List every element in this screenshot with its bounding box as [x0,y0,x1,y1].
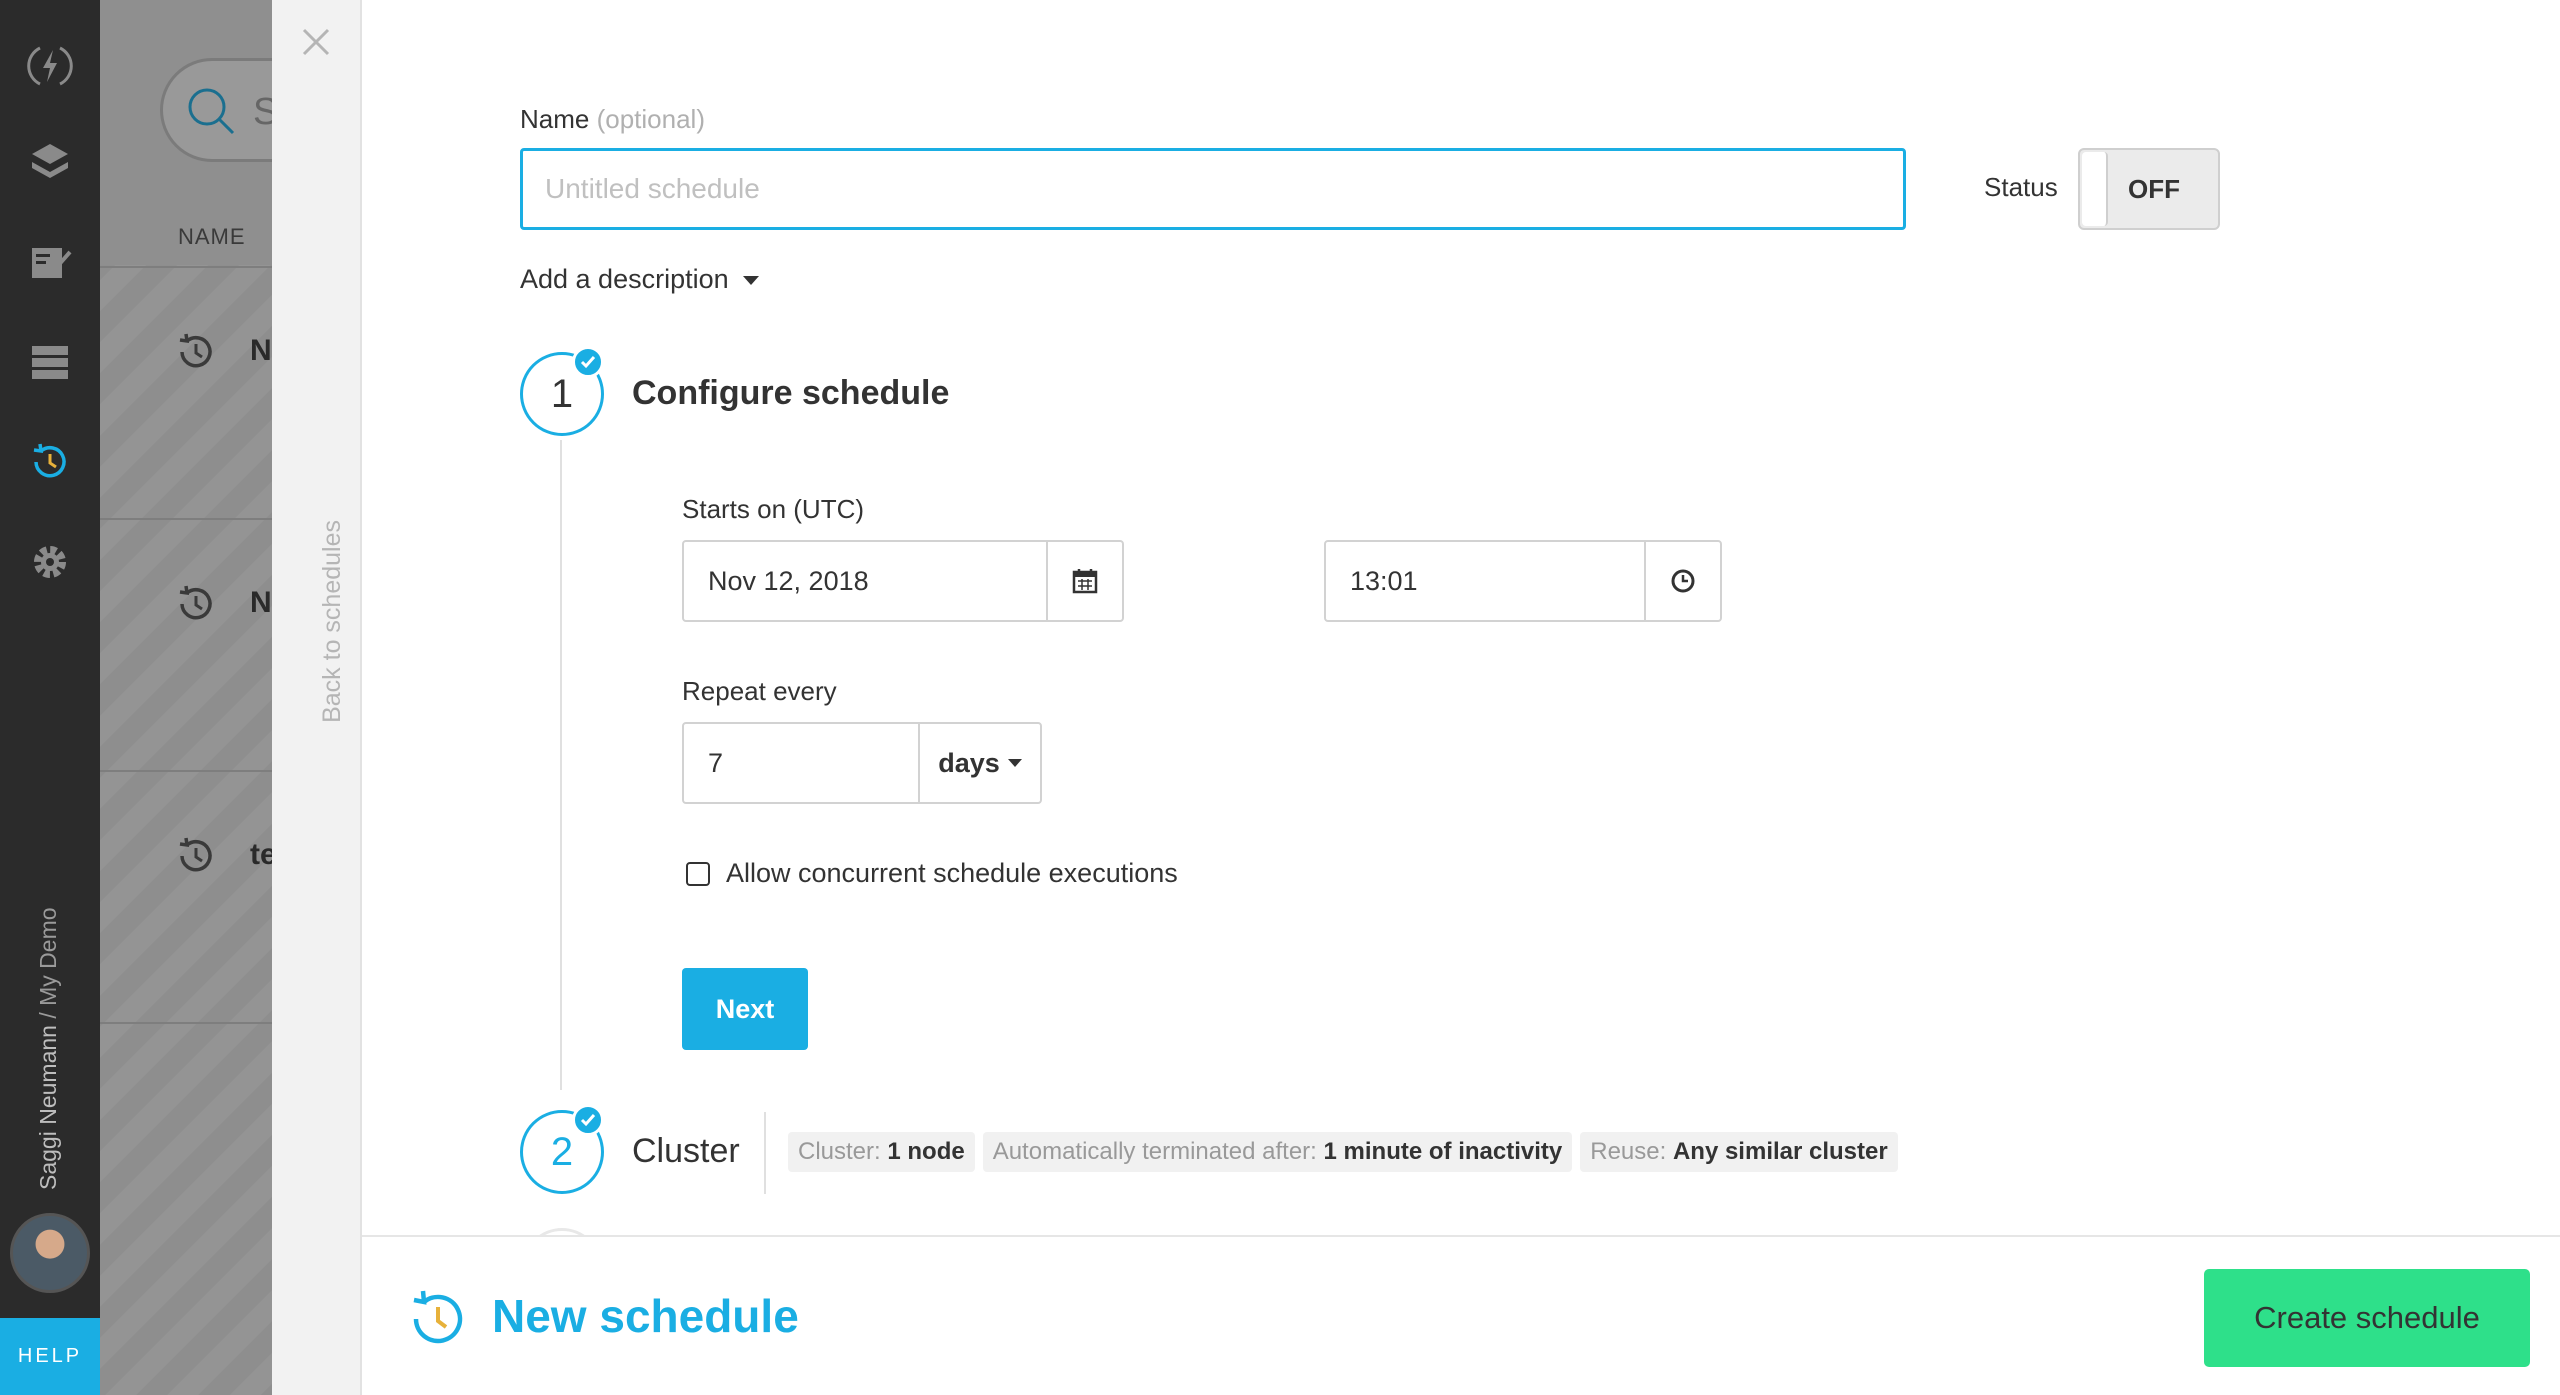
concurrent-executions-label: Allow concurrent schedule executions [726,858,1178,888]
repeat-every-label: Repeat every [682,676,837,706]
chevron-down-icon [742,276,759,286]
history-icon [179,585,212,620]
tag-value: 1 minute of inactivity [1323,1138,1563,1165]
auto-terminate-tag: Automatically terminated after: 1 minute… [982,1132,1573,1172]
schedule-clock-icon[interactable] [22,434,78,490]
workspace-name: My Demo [35,907,61,1006]
next-button[interactable]: Next [682,968,808,1050]
step-divider [764,1112,766,1194]
check-icon [572,1104,604,1136]
close-icon[interactable] [296,22,336,62]
tag-key: Reuse: [1590,1138,1667,1165]
chevron-down-icon [1007,759,1022,767]
schedule-clock-icon [413,1290,463,1344]
reuse-tag: Reuse: Any similar cluster [1580,1132,1898,1172]
date-value: Nov 12, 2018 [708,566,869,596]
user-workspace-label: Saggi Neumann / My Demo [35,860,62,1190]
gear-icon[interactable] [22,534,78,590]
add-description-toggle[interactable]: Add a description [520,264,759,295]
repeat-unit-dropdown[interactable]: days [918,724,1040,802]
list-item [100,1022,272,1274]
create-schedule-button[interactable]: Create schedule [2204,1269,2530,1367]
add-description-label: Add a description [520,264,729,294]
avatar[interactable] [10,1213,90,1293]
name-label-text: Name [520,104,590,134]
list-item-name: N [250,586,272,619]
list-item-name: N [250,334,272,367]
cluster-size-tag: Cluster: 1 node [788,1132,975,1172]
history-icon [179,333,212,368]
user-separator: / [35,1005,61,1026]
background-schedule-list: S NAME N N te [100,0,272,1395]
help-button[interactable]: HELP [0,1318,100,1395]
back-strip: Back to schedules [272,0,362,1395]
repeat-interval-value: 7 [708,748,724,778]
time-field[interactable]: 13:01 [1324,540,1722,622]
concurrent-executions-checkbox[interactable] [686,861,710,886]
back-to-schedules-link[interactable]: Back to schedules [318,520,347,723]
user-name: Saggi Neumann [35,1025,61,1190]
column-header-name: NAME [178,224,246,249]
notebook-check-icon[interactable] [22,234,78,290]
name-label: Name (optional) [520,104,705,135]
calendar-button[interactable] [1046,542,1122,620]
step-connector [560,440,562,1090]
schedule-form: Name (optional) Status OFF Add a descrip… [362,0,2560,1308]
step-1-title: Configure schedule [632,374,950,412]
calendar-icon [1072,569,1098,594]
status-toggle[interactable]: OFF [2078,148,2220,230]
toggle-state-label: OFF [2128,174,2180,204]
list-item: te [100,770,272,1022]
search-icon [188,88,235,135]
cluster-summary-tags: Cluster: 1 node Automatically terminated… [788,1132,1898,1172]
page-title: New schedule [492,1290,799,1342]
history-icon [179,837,212,872]
lightning-logo-icon[interactable] [22,38,78,94]
toggle-knob [2082,152,2108,226]
date-field[interactable]: Nov 12, 2018 [682,540,1124,622]
schedule-name-input[interactable] [520,148,1906,230]
nav-rail: Saggi Neumann / My Demo HELP [0,0,100,1395]
concurrent-executions-option[interactable]: Allow concurrent schedule executions [686,858,1178,889]
tag-key: Cluster: [798,1138,881,1165]
list-item-name: te [250,838,272,871]
starts-on-label: Starts on (UTC) [682,494,865,524]
list-item: N [100,266,272,518]
tag-key: Automatically terminated after: [992,1138,1317,1165]
form-footer: New schedule Create schedule [362,1235,2560,1395]
time-picker-button[interactable] [1644,542,1720,620]
check-icon [572,346,604,378]
background-search-input: S [160,58,272,162]
step-1-number: 1 [550,371,574,416]
server-stack-icon[interactable] [22,334,78,390]
list-item: N [100,518,272,770]
name-optional-hint: (optional) [596,104,705,134]
step-2-number: 2 [550,1129,574,1174]
repeat-interval-field[interactable]: 7 days [682,722,1042,804]
time-value: 13:01 [1350,566,1418,596]
background-search-text: S [253,91,272,133]
step-2-title[interactable]: Cluster [632,1132,740,1171]
layers-icon[interactable] [22,134,78,190]
repeat-unit-label: days [938,747,1000,778]
tag-value: 1 node [887,1138,965,1165]
clock-icon [1671,569,1695,593]
status-label: Status [1984,172,2058,202]
tag-value: Any similar cluster [1672,1138,1888,1165]
